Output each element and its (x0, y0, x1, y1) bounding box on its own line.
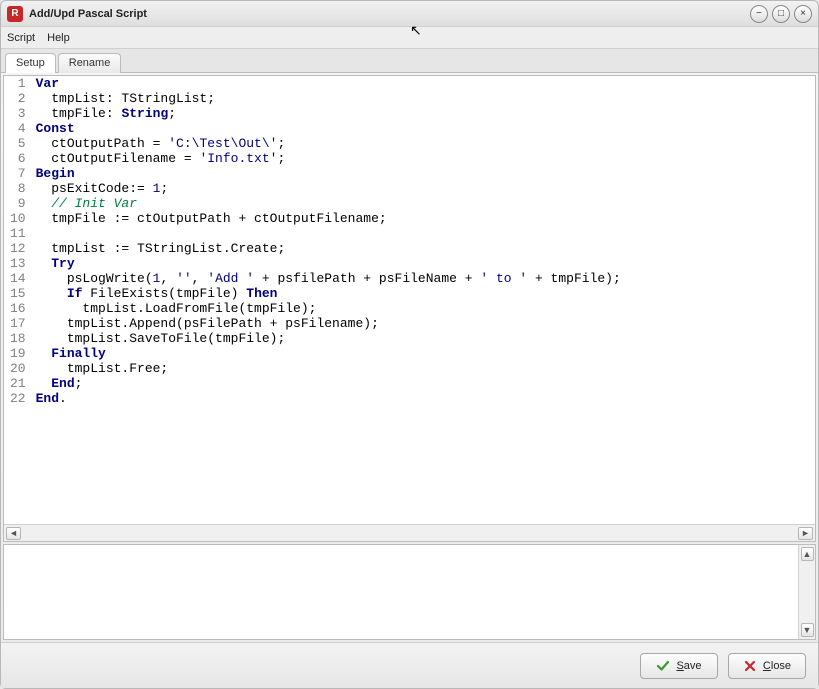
code-content[interactable]: End; (36, 376, 815, 391)
scroll-left-icon[interactable]: ◄ (6, 527, 21, 540)
line-number: 17 (4, 316, 36, 331)
line-number: 12 (4, 241, 36, 256)
maximize-button[interactable]: □ (772, 5, 790, 23)
code-line[interactable]: 13 Try (4, 256, 815, 271)
line-number: 14 (4, 271, 36, 286)
code-content[interactable]: tmpList.Free; (36, 361, 815, 376)
app-icon: R (7, 6, 23, 22)
line-number: 6 (4, 151, 36, 166)
code-line[interactable]: 1Var (4, 76, 815, 91)
line-number: 22 (4, 391, 36, 406)
line-number: 7 (4, 166, 36, 181)
line-number: 10 (4, 211, 36, 226)
scroll-right-icon[interactable]: ► (798, 527, 813, 540)
line-number: 18 (4, 331, 36, 346)
tab-rename[interactable]: Rename (58, 53, 122, 73)
code-content[interactable]: Try (36, 256, 815, 271)
tabbar: Setup Rename (1, 49, 818, 73)
scroll-up-icon[interactable]: ▲ (801, 547, 814, 561)
code-line[interactable]: 16 tmpList.LoadFromFile(tmpFile); (4, 301, 815, 316)
close-button[interactable]: Close (728, 653, 806, 679)
menu-script[interactable]: Script (7, 32, 35, 44)
code-line[interactable]: 7Begin (4, 166, 815, 181)
code-content[interactable]: Const (36, 121, 815, 136)
line-number: 13 (4, 256, 36, 271)
code-content[interactable]: If FileExists(tmpFile) Then (36, 286, 815, 301)
content-area: 1Var2 tmpList: TStringList;3 tmpFile: St… (1, 73, 818, 642)
line-number: 5 (4, 136, 36, 151)
line-number: 1 (4, 76, 36, 91)
line-number: 9 (4, 196, 36, 211)
code-line[interactable]: 19 Finally (4, 346, 815, 361)
code-line[interactable]: 5 ctOutputPath = 'C:\Test\Out\'; (4, 136, 815, 151)
line-number: 4 (4, 121, 36, 136)
line-number: 11 (4, 226, 36, 241)
code-content[interactable]: Begin (36, 166, 815, 181)
line-number: 21 (4, 376, 36, 391)
line-number: 16 (4, 301, 36, 316)
save-button[interactable]: Save (640, 653, 718, 679)
line-number: 20 (4, 361, 36, 376)
close-icon (743, 659, 757, 673)
code-line[interactable]: 10 tmpFile := ctOutputPath + ctOutputFil… (4, 211, 815, 226)
code-content[interactable]: ctOutputFilename = 'Info.txt'; (36, 151, 815, 166)
save-button-label: Save (676, 660, 701, 672)
code-editor-viewport[interactable]: 1Var2 tmpList: TStringList;3 tmpFile: St… (4, 76, 815, 524)
check-icon (656, 659, 670, 673)
code-content[interactable]: tmpList.LoadFromFile(tmpFile); (36, 301, 815, 316)
code-line[interactable]: 11 (4, 226, 815, 241)
code-line[interactable]: 2 tmpList: TStringList; (4, 91, 815, 106)
code-content[interactable]: tmpList.SaveToFile(tmpFile); (36, 331, 815, 346)
code-line[interactable]: 8 psExitCode:= 1; (4, 181, 815, 196)
code-line[interactable]: 3 tmpFile: String; (4, 106, 815, 121)
code-line[interactable]: 22End. (4, 391, 815, 406)
titlebar: R Add/Upd Pascal Script ↖ − □ × (1, 1, 818, 27)
minimize-button[interactable]: − (750, 5, 768, 23)
code-content[interactable]: // Init Var (36, 196, 815, 211)
line-number: 8 (4, 181, 36, 196)
code-line[interactable]: 21 End; (4, 376, 815, 391)
code-content[interactable]: tmpList: TStringList; (36, 91, 815, 106)
line-number: 19 (4, 346, 36, 361)
close-button-label: Close (763, 660, 791, 672)
line-number: 2 (4, 91, 36, 106)
code-line[interactable]: 9 // Init Var (4, 196, 815, 211)
code-content[interactable] (36, 226, 815, 241)
code-content[interactable]: tmpFile := ctOutputPath + ctOutputFilena… (36, 211, 815, 226)
tab-rename-label: Rename (69, 57, 111, 69)
horizontal-scrollbar[interactable]: ◄ ► (4, 524, 815, 541)
code-content[interactable]: End. (36, 391, 815, 406)
code-line[interactable]: 15 If FileExists(tmpFile) Then (4, 286, 815, 301)
code-content[interactable]: Finally (36, 346, 815, 361)
code-content[interactable]: ctOutputPath = 'C:\Test\Out\'; (36, 136, 815, 151)
code-content[interactable]: psExitCode:= 1; (36, 181, 815, 196)
scroll-down-icon[interactable]: ▼ (801, 623, 814, 637)
menu-help[interactable]: Help (47, 32, 70, 44)
vertical-scrollbar[interactable]: ▲ ▼ (798, 545, 815, 639)
output-panel[interactable]: ▲ ▼ (3, 544, 816, 640)
code-line[interactable]: 17 tmpList.Append(psFilePath + psFilenam… (4, 316, 815, 331)
code-line[interactable]: 4Const (4, 121, 815, 136)
code-line[interactable]: 12 tmpList := TStringList.Create; (4, 241, 815, 256)
window-title: Add/Upd Pascal Script (29, 8, 147, 20)
code-line[interactable]: 14 psLogWrite(1, '', 'Add ' + psfilePath… (4, 271, 815, 286)
code-content[interactable]: psLogWrite(1, '', 'Add ' + psfilePath + … (36, 271, 815, 286)
code-editor[interactable]: 1Var2 tmpList: TStringList;3 tmpFile: St… (3, 75, 816, 542)
line-number: 15 (4, 286, 36, 301)
footer: Save Close (1, 642, 818, 688)
app-window: R Add/Upd Pascal Script ↖ − □ × Script H… (0, 0, 819, 689)
menubar: Script Help (1, 27, 818, 49)
tab-setup-label: Setup (16, 57, 45, 69)
line-number: 3 (4, 106, 36, 121)
code-line[interactable]: 6 ctOutputFilename = 'Info.txt'; (4, 151, 815, 166)
code-content[interactable]: tmpList.Append(psFilePath + psFilename); (36, 316, 815, 331)
code-content[interactable]: tmpList := TStringList.Create; (36, 241, 815, 256)
tab-setup[interactable]: Setup (5, 53, 56, 73)
code-content[interactable]: tmpFile: String; (36, 106, 815, 121)
code-content[interactable]: Var (36, 76, 815, 91)
close-window-button[interactable]: × (794, 5, 812, 23)
code-line[interactable]: 18 tmpList.SaveToFile(tmpFile); (4, 331, 815, 346)
code-line[interactable]: 20 tmpList.Free; (4, 361, 815, 376)
